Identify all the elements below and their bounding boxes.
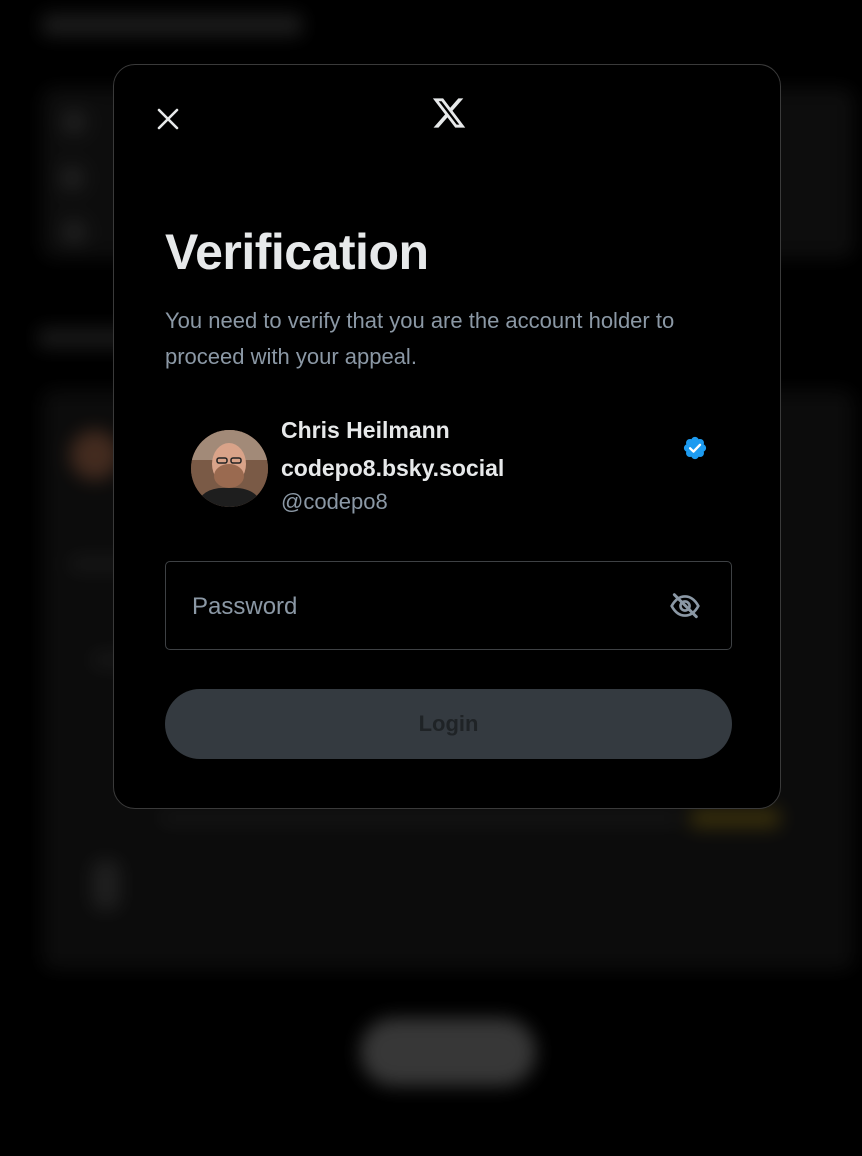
- close-button[interactable]: [148, 99, 188, 139]
- close-icon: [157, 108, 179, 130]
- background-title-bar: [42, 14, 302, 36]
- display-name: Chris Heilmann codepo8.bsky.social: [281, 417, 505, 481]
- verified-badge-icon: [683, 436, 707, 460]
- account-handle: @codepo8: [281, 489, 388, 514]
- eye-off-icon: [670, 593, 700, 619]
- password-field[interactable]: [165, 561, 732, 651]
- background-icon: [60, 166, 84, 190]
- password-visibility-toggle[interactable]: [666, 588, 704, 624]
- background-pill: [92, 860, 120, 910]
- account-card: Chris Heilmann codepo8.bsky.social @code…: [191, 409, 711, 529]
- verification-modal: Verification You need to verify that you…: [113, 64, 781, 809]
- background-icon: [62, 220, 86, 244]
- background-icon: [62, 110, 86, 134]
- login-button[interactable]: Login: [165, 689, 732, 759]
- avatar: [191, 430, 268, 507]
- password-input[interactable]: [190, 562, 664, 651]
- avatar-photo: [191, 430, 268, 507]
- background-text: [160, 812, 680, 824]
- page-subtitle: You need to verify that you are the acco…: [165, 308, 675, 369]
- background-button: [360, 1018, 536, 1086]
- x-logo-icon: [432, 98, 466, 128]
- page-title: Verification: [165, 224, 429, 280]
- background-badge: [690, 808, 780, 828]
